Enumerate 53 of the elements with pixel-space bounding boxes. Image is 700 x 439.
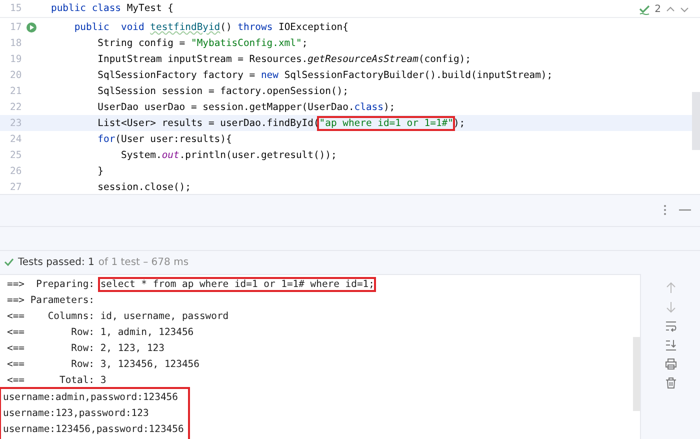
tests-passed-label: Tests passed: 1: [18, 256, 94, 268]
log-line: <== Row: 3, 123456, 123456: [7, 359, 200, 370]
line-number: 19: [10, 54, 23, 64]
scrollbar-thumb[interactable]: [692, 92, 700, 150]
line-number: 24: [10, 134, 23, 144]
sql-query: select * from ap where id=1 or 1=1# where id=1;: [100, 279, 374, 290]
inspection-count: 2: [654, 4, 661, 15]
output-line: username:123,password:123: [3, 408, 149, 420]
test-summary: of 1 test – 678 ms: [98, 256, 189, 268]
line-number: 20: [10, 70, 23, 80]
log-line: ==> Preparing:: [7, 279, 96, 290]
log-line: <== Columns: id, username, password: [7, 311, 229, 322]
arrow-down-icon[interactable]: [664, 300, 676, 313]
output-line: username:123456,password:123456: [3, 424, 184, 436]
code-line: }: [96, 166, 104, 176]
log-line: ==> Parameters:: [7, 295, 96, 306]
line-number: 25: [10, 150, 23, 160]
code-line: System.out.println(user.getresult());: [120, 150, 337, 160]
line-number: 15: [10, 3, 23, 14]
check-icon: [638, 4, 650, 15]
code-line: public void testfindByid() throws IOException{: [73, 22, 348, 32]
code-line: session.close();: [96, 182, 191, 192]
run-test-icon[interactable]: [26, 22, 37, 32]
soft-wrap-icon[interactable]: [664, 320, 676, 332]
log-line: <== Total: 3: [7, 375, 106, 386]
check-icon: [4, 257, 14, 268]
more-options-icon[interactable]: [663, 204, 667, 216]
chevron-up-icon[interactable]: [666, 5, 675, 14]
line-number: 21: [10, 86, 23, 96]
code-line: InputStream inputStream = Resources.getResourceAsStream(config);: [96, 54, 471, 64]
code-line: SqlSessionFactory factory = new SqlSessionFactoryBuilder().build(inputStream);: [96, 70, 553, 80]
line-number: 18: [10, 38, 23, 48]
code-line: UserDao userDao = session.getMapper(UserDao.class);: [96, 102, 396, 112]
scrollbar-thumb[interactable]: [633, 336, 640, 411]
log-line: <== Row: 2, 123, 123: [7, 343, 164, 354]
line-number: 17: [10, 22, 23, 32]
code-line: List<User> results = userDao.findById("ap where id=1 or 1=1#");: [96, 118, 466, 128]
log-line: <== Row: 1, admin, 123456: [7, 327, 194, 338]
scroll-to-end-icon[interactable]: [664, 338, 676, 351]
output-line: username:admin,password:123456: [3, 392, 178, 404]
line-number: 27: [10, 182, 23, 192]
line-number: 22: [10, 102, 23, 112]
code-line: String config = "MybatisConfig.xml";: [96, 38, 308, 48]
minimize-icon[interactable]: [679, 208, 691, 212]
code-line: public class MyTest {: [51, 3, 174, 14]
trash-icon[interactable]: [664, 376, 676, 389]
code-line: for(User user:results){: [96, 134, 232, 144]
print-icon[interactable]: [664, 358, 676, 370]
chevron-down-icon[interactable]: [680, 5, 689, 14]
arrow-up-icon[interactable]: [664, 282, 676, 294]
code-line: SqlSession session = factory.openSession();: [96, 86, 348, 96]
line-number: 23: [10, 118, 23, 128]
line-number: 26: [10, 166, 23, 176]
